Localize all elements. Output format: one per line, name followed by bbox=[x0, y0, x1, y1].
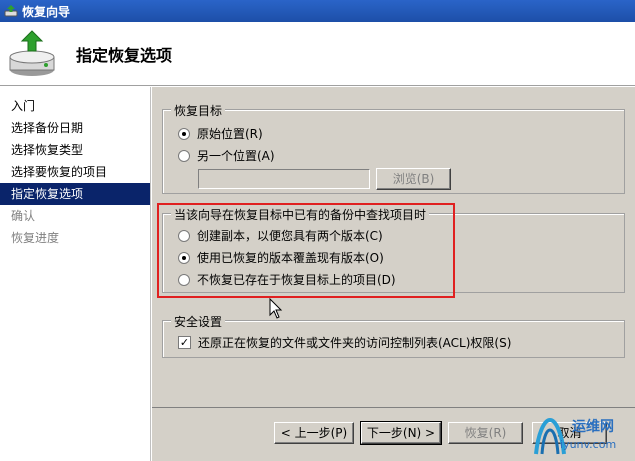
recover-button: 恢复(R) bbox=[448, 422, 523, 444]
step-specify-recovery-options[interactable]: 指定恢复选项 bbox=[0, 183, 150, 205]
step-select-items[interactable]: 选择要恢复的项目 bbox=[0, 161, 150, 183]
step-select-backup-date[interactable]: 选择备份日期 bbox=[0, 117, 150, 139]
location-path-input bbox=[198, 169, 370, 189]
create-copy-radio[interactable] bbox=[178, 229, 190, 242]
overwrite-radio[interactable] bbox=[178, 251, 190, 264]
back-button[interactable]: < 上一步(P) bbox=[274, 422, 354, 444]
site-watermark: 运维网 iyunv.com bbox=[530, 414, 630, 458]
restore-acl-option[interactable]: ✓ 还原正在恢复的文件或文件夹的访问控制列表(ACL)权限(S) bbox=[178, 334, 511, 351]
watermark-logo-icon bbox=[534, 417, 566, 455]
skip-existing-option[interactable]: 不恢复已存在于恢复目标上的项目(D) bbox=[178, 271, 396, 288]
original-location-label[interactable]: 原始位置(R) bbox=[197, 125, 263, 142]
watermark-bottom-text: iyunv.com bbox=[560, 438, 617, 451]
main-content: 恢复目标 原始位置(R) 另一个位置(A) 浏览(B) 当该向导在恢复目标中已有… bbox=[152, 87, 635, 407]
skip-existing-radio[interactable] bbox=[178, 273, 190, 286]
another-location-label[interactable]: 另一个位置(A) bbox=[197, 147, 275, 164]
recovery-target-group-label: 恢复目标 bbox=[171, 102, 226, 119]
browse-button: 浏览(B) bbox=[376, 168, 451, 190]
security-settings-group: 安全设置 ✓ 还原正在恢复的文件或文件夹的访问控制列表(ACL)权限(S) bbox=[162, 313, 625, 358]
step-confirmation: 确认 bbox=[11, 209, 36, 223]
security-settings-group-label: 安全设置 bbox=[171, 313, 226, 330]
backup-restore-icon bbox=[9, 30, 55, 76]
title-bar: 恢复向导 bbox=[0, 0, 635, 22]
another-location-radio[interactable] bbox=[178, 149, 190, 162]
original-location-radio[interactable] bbox=[178, 127, 190, 140]
existing-items-group-label: 当该向导在恢复目标中已有的备份中查找项目时 bbox=[171, 206, 430, 223]
restore-acl-label[interactable]: 还原正在恢复的文件或文件夹的访问控制列表(ACL)权限(S) bbox=[198, 334, 511, 351]
restore-acl-checkbox[interactable]: ✓ bbox=[178, 336, 191, 349]
wizard-header: 指定恢复选项 bbox=[0, 22, 635, 86]
original-location-option[interactable]: 原始位置(R) bbox=[178, 125, 263, 142]
existing-items-group: 当该向导在恢复目标中已有的备份中查找项目时 创建副本，以便您具有两个版本(C) … bbox=[162, 206, 625, 293]
overwrite-option[interactable]: 使用已恢复的版本覆盖现有版本(O) bbox=[178, 249, 384, 266]
another-location-option[interactable]: 另一个位置(A) bbox=[178, 147, 275, 164]
page-title: 指定恢复选项 bbox=[76, 46, 173, 65]
next-button[interactable]: 下一步(N) > bbox=[360, 421, 442, 445]
window-title: 恢复向导 bbox=[22, 4, 71, 19]
create-copy-option[interactable]: 创建副本，以便您具有两个版本(C) bbox=[178, 227, 383, 244]
wizard-steps-sidebar: 入门 选择备份日期 选择恢复类型 选择要恢复的项目 指定恢复选项 确认 恢复进度 bbox=[0, 87, 151, 461]
step-recovery-progress: 恢复进度 bbox=[11, 231, 60, 245]
recovery-target-group: 恢复目标 原始位置(R) 另一个位置(A) 浏览(B) bbox=[162, 102, 625, 194]
step-getting-started[interactable]: 入门 bbox=[0, 95, 150, 117]
watermark-top-text: 运维网 bbox=[572, 419, 614, 435]
step-select-recovery-type[interactable]: 选择恢复类型 bbox=[0, 139, 150, 161]
wizard-app-icon bbox=[4, 5, 18, 17]
create-copy-label[interactable]: 创建副本，以便您具有两个版本(C) bbox=[197, 227, 383, 244]
mouse-cursor-icon bbox=[269, 298, 283, 319]
overwrite-label[interactable]: 使用已恢复的版本覆盖现有版本(O) bbox=[197, 249, 384, 266]
skip-existing-label[interactable]: 不恢复已存在于恢复目标上的项目(D) bbox=[197, 271, 396, 288]
